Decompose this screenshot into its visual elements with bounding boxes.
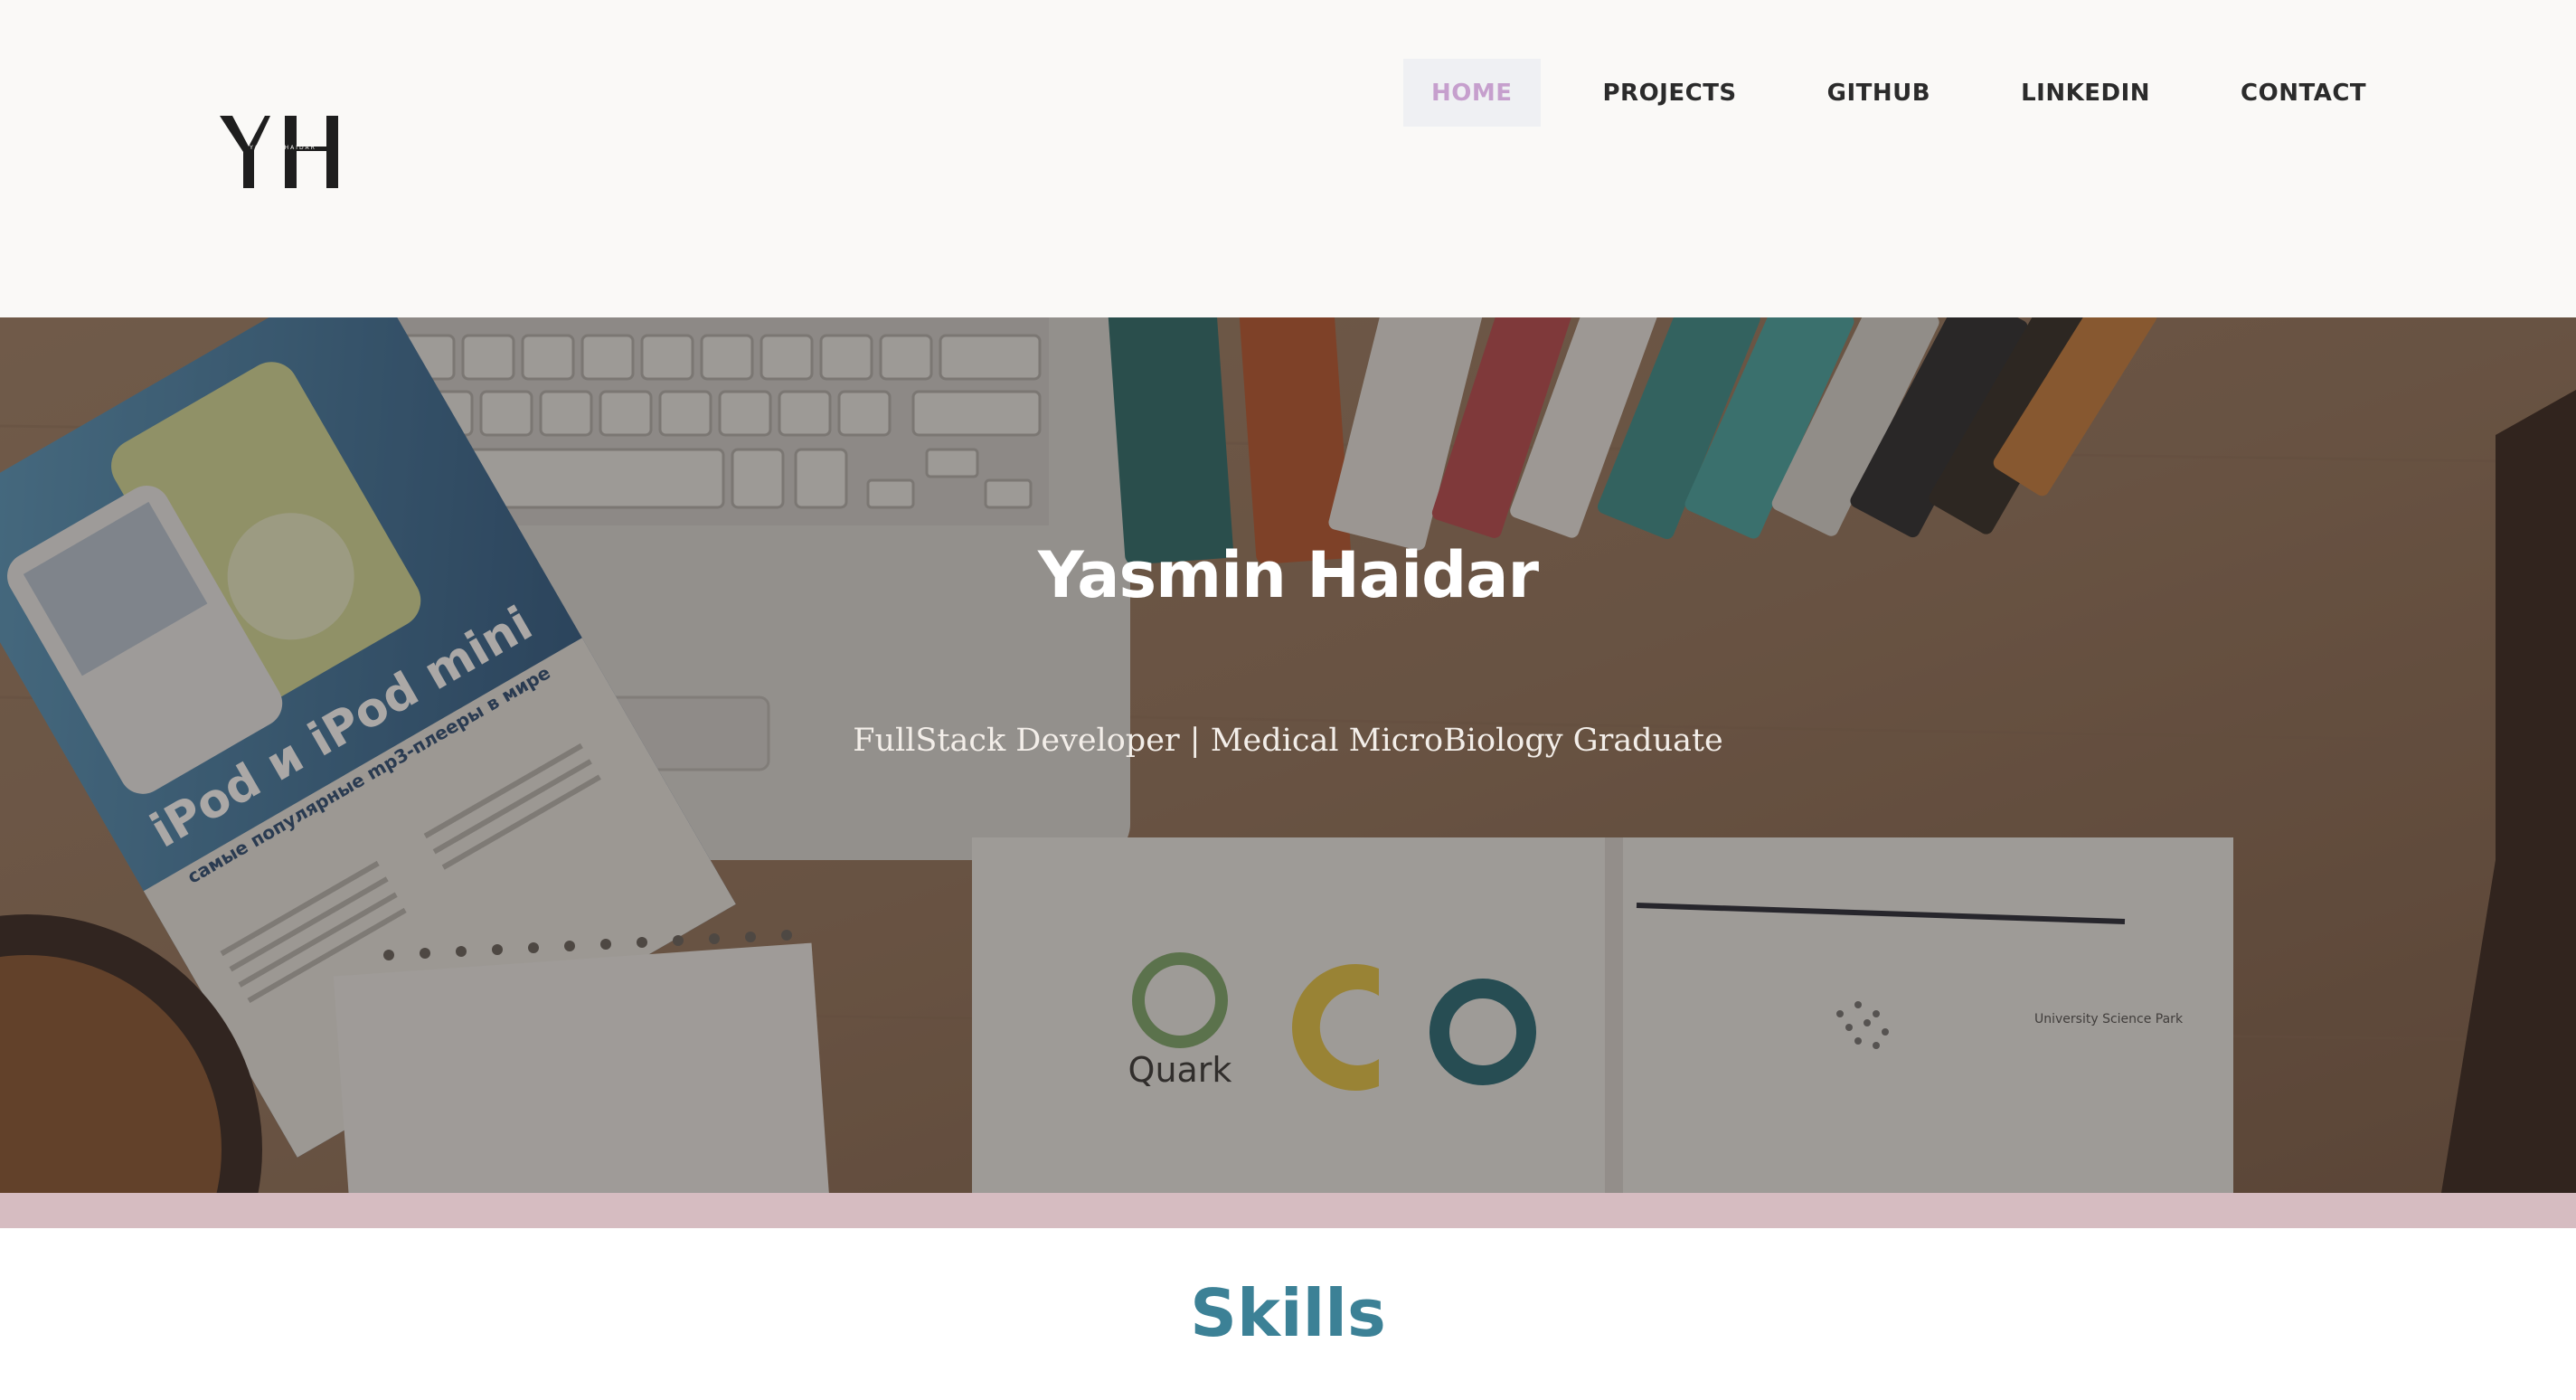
main-nav: HOME PROJECTS GITHUB LINKEDIN CONTACT — [1403, 59, 2394, 127]
nav-home[interactable]: HOME — [1403, 59, 1541, 127]
nav-contact[interactable]: CONTACT — [2213, 59, 2394, 127]
hero-banner: iPod и iPod mini самые популярные mp3-пл… — [0, 317, 2576, 1193]
site-header: YASMIN HAIDAR HOME PROJECTS GITHUB LINKE… — [0, 0, 2576, 317]
hero-subtitle: FullStack Developer | Medical MicroBiolo… — [853, 723, 1723, 759]
nav-linkedin[interactable]: LINKEDIN — [1993, 59, 2178, 127]
site-logo[interactable]: YASMIN HAIDAR — [220, 112, 346, 188]
nav-projects[interactable]: PROJECTS — [1575, 59, 1765, 127]
yh-monogram-logo: YASMIN HAIDAR — [220, 116, 338, 188]
skills-heading: Skills — [1190, 1275, 1386, 1351]
nav-github[interactable]: GITHUB — [1799, 59, 1958, 127]
svg-text:YASMIN HAIDAR: YASMIN HAIDAR — [249, 145, 316, 151]
hero-title: Yasmin Haidar — [1038, 538, 1539, 612]
section-divider — [0, 1193, 2576, 1228]
